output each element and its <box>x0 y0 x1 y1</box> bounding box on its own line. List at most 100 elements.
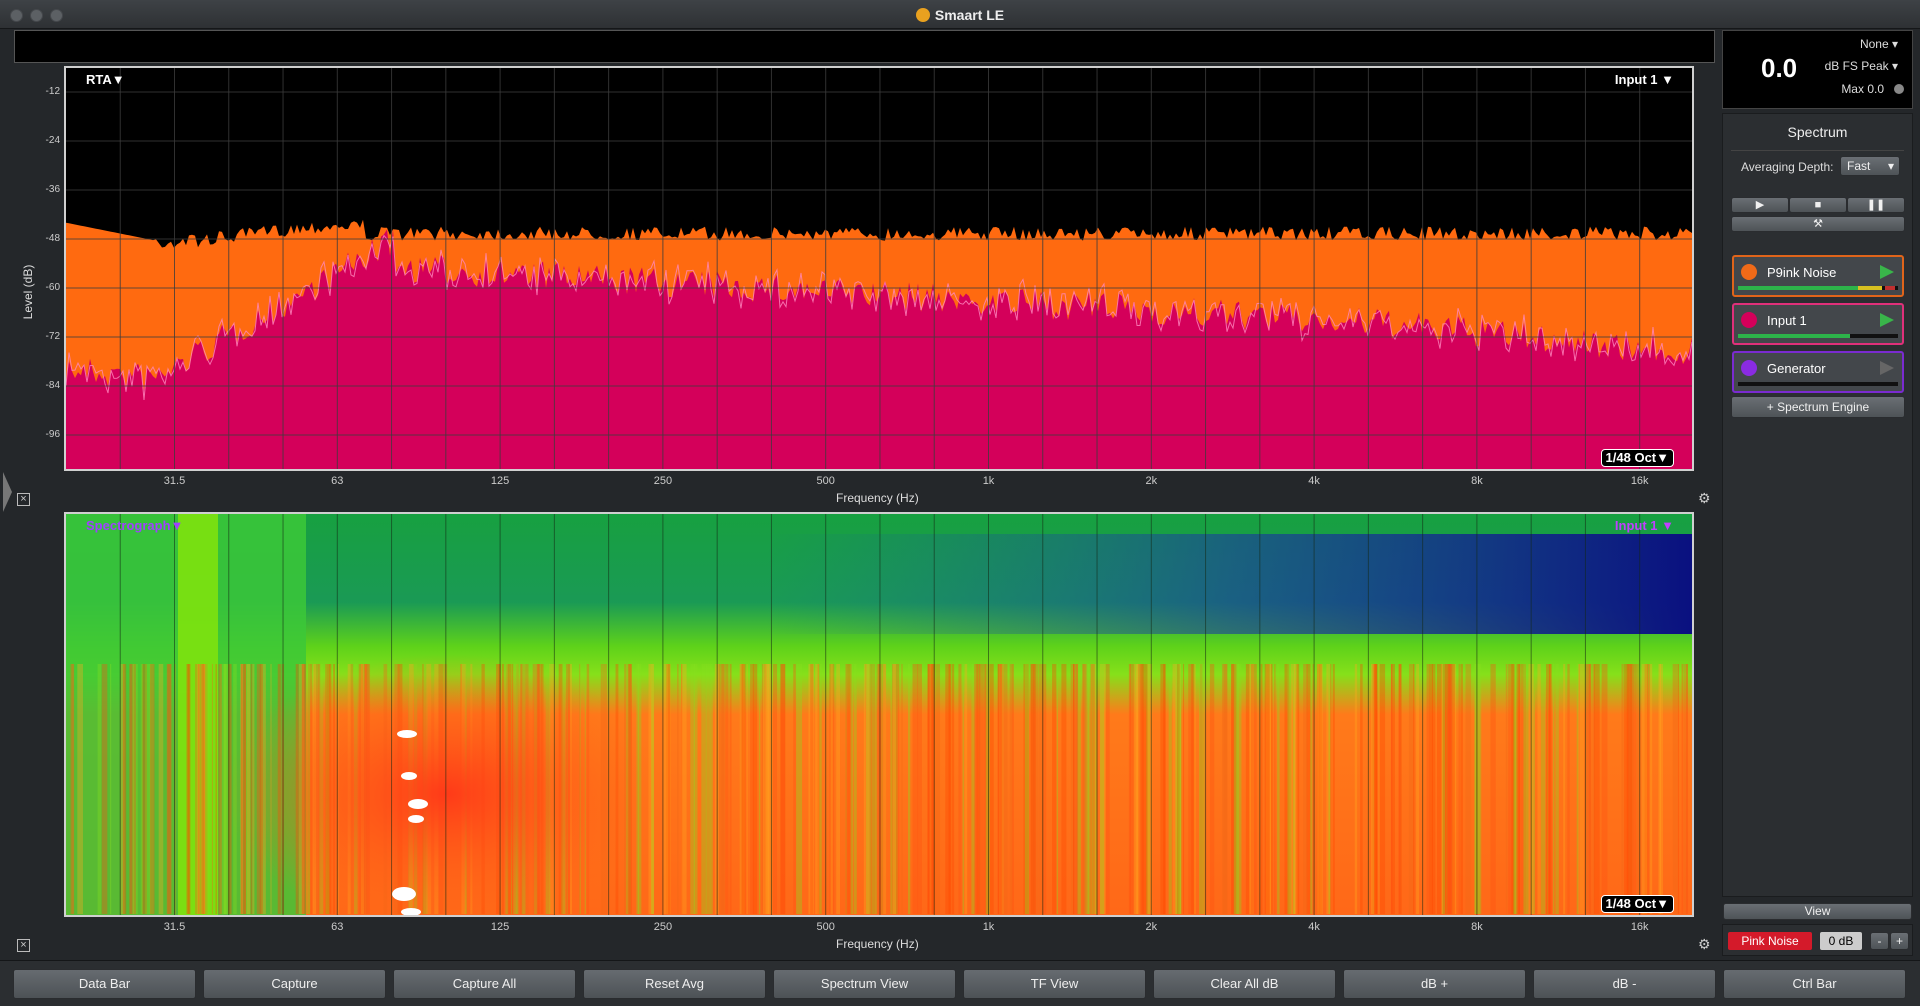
capture-button[interactable]: Capture <box>203 969 386 999</box>
title-bar: Smaart LE <box>0 0 1920 29</box>
rta-plot[interactable]: RTA▼ Input 1 ▼ 1/48 Oct▼ <box>64 66 1694 471</box>
rta-xlabel: Frequency (Hz) <box>836 491 919 505</box>
source-level-meter <box>1738 334 1898 338</box>
x-tick-label: 1k <box>982 475 995 487</box>
rta-graph <box>66 68 1692 469</box>
spectro-input-selector[interactable]: Input 1 ▼ <box>1615 518 1674 533</box>
averaging-depth-label: Averaging Depth: <box>1741 160 1834 174</box>
data-bar-button[interactable]: Data Bar <box>13 969 196 999</box>
x-tick-label: 16k <box>1630 475 1649 487</box>
meter-max: Max 0.0 <box>1841 82 1884 96</box>
x-tick-label: 8k <box>1471 475 1483 487</box>
source-level-meter <box>1738 286 1898 290</box>
x-tick-label: 63 <box>331 475 344 487</box>
x-tick-label: 500 <box>816 475 835 487</box>
rta-resolution-selector[interactable]: 1/48 Oct▼ <box>1600 449 1674 467</box>
tf-view-button[interactable]: TF View <box>963 969 1146 999</box>
x-tick-label: 500 <box>816 921 835 933</box>
spectrum-panel-title: Spectrum <box>1787 124 1848 140</box>
pause-button[interactable]: ❚❚ <box>1847 197 1905 213</box>
source-pink-noise[interactable]: P9ink Noise <box>1732 255 1904 297</box>
spectro-resolution-selector[interactable]: 1/48 Oct▼ <box>1600 895 1674 913</box>
panel-collapse-arrow-icon[interactable] <box>3 472 12 512</box>
x-tick-label: 2k <box>1145 921 1158 933</box>
x-tick-label: 16k <box>1630 921 1649 933</box>
source-level-meter <box>1738 382 1898 386</box>
y-tick-label: -96 <box>45 429 60 440</box>
x-tick-label: 4k <box>1308 921 1320 933</box>
source-play-icon[interactable] <box>1880 265 1894 279</box>
spectrograph-plot[interactable]: Spectrograph▼ Input 1 ▼ 1/48 Oct▼ <box>64 512 1694 917</box>
x-tick-label: 8k <box>1471 921 1483 933</box>
source-play-icon[interactable] <box>1880 313 1894 327</box>
stop-icon: ■ <box>1814 199 1822 211</box>
spectrum-panel: Spectrum Averaging Depth: Fast ▾ ▶ ■ ❚❚ ⚒… <box>1722 113 1913 897</box>
stop-button[interactable]: ■ <box>1789 197 1847 213</box>
y-tick-label: -36 <box>45 184 60 195</box>
command-bar: Data Bar Capture Capture All Reset Avg S… <box>0 960 1920 1006</box>
rta-input-selector[interactable]: Input 1 ▼ <box>1615 72 1674 87</box>
y-tick-label: -84 <box>45 380 60 391</box>
gain-minus-button[interactable]: - <box>1870 932 1889 950</box>
spectro-close-icon[interactable]: × <box>17 939 30 952</box>
spectrum-view-button[interactable]: Spectrum View <box>773 969 956 999</box>
generator-bar: Pink Noise 0 dB - + <box>1722 924 1913 956</box>
add-spectrum-engine-button[interactable]: + Spectrum Engine <box>1731 396 1905 418</box>
x-tick-label: 31.5 <box>163 921 186 933</box>
meter-clip-indicator[interactable] <box>1894 84 1904 94</box>
spectro-xlabel: Frequency (Hz) <box>836 937 919 951</box>
chevron-down-icon: ▾ <box>1887 159 1894 173</box>
rta-close-icon[interactable]: × <box>17 493 30 506</box>
x-tick-label: 125 <box>490 921 510 933</box>
gain-plus-button[interactable]: + <box>1890 932 1909 950</box>
chevron-down-icon: ▾ <box>1891 37 1898 51</box>
y-tick-label: -12 <box>45 86 60 97</box>
y-tick-label: -24 <box>45 135 60 146</box>
meter-source-select[interactable]: None ▾ <box>1860 37 1898 51</box>
window-title: Smaart LE <box>0 7 1920 23</box>
pause-icon: ❚❚ <box>1866 199 1886 211</box>
y-tick-label: -72 <box>45 331 60 342</box>
reset-avg-button[interactable]: Reset Avg <box>583 969 766 999</box>
generator-gain-field[interactable]: 0 dB <box>1820 932 1862 950</box>
source-input-1[interactable]: Input 1 <box>1732 303 1904 345</box>
db-plus-button[interactable]: dB + <box>1343 969 1526 999</box>
spectro-settings-gear-icon[interactable]: ⚙ <box>1698 936 1711 953</box>
source-color-dot[interactable] <box>1741 264 1757 280</box>
rta-settings-gear-icon[interactable]: ⚙ <box>1698 490 1711 507</box>
meter-mode-select[interactable]: dB FS Peak ▾ <box>1825 59 1898 73</box>
x-tick-label: 63 <box>331 921 344 933</box>
divider <box>1731 150 1904 151</box>
x-tick-label: 1k <box>982 921 995 933</box>
meter-value: 0.0 <box>1761 53 1798 83</box>
play-button[interactable]: ▶ <box>1731 197 1789 213</box>
source-play-icon[interactable] <box>1880 361 1894 375</box>
clear-all-db-button[interactable]: Clear All dB <box>1153 969 1336 999</box>
spectrograph-graph <box>66 514 1692 915</box>
ctrl-bar-button[interactable]: Ctrl Bar <box>1723 969 1906 999</box>
pink-noise-button[interactable]: Pink Noise <box>1728 932 1812 950</box>
y-tick-label: -48 <box>45 233 60 244</box>
level-meter[interactable]: None ▾ 0.0 dB FS Peak ▾ Max 0.0 <box>1722 30 1913 109</box>
source-color-dot[interactable] <box>1741 360 1757 376</box>
view-button[interactable]: View <box>1723 903 1912 920</box>
tools-button[interactable]: ⚒ <box>1731 216 1905 232</box>
x-tick-label: 31.5 <box>163 475 186 487</box>
x-tick-label: 125 <box>490 475 510 487</box>
source-generator[interactable]: Generator <box>1732 351 1904 393</box>
x-tick-label: 250 <box>653 475 673 487</box>
data-bar <box>14 30 1715 63</box>
x-tick-label: 250 <box>653 921 673 933</box>
source-color-dot[interactable] <box>1741 312 1757 328</box>
tools-icon: ⚒ <box>1813 218 1823 230</box>
x-tick-label: 2k <box>1145 475 1158 487</box>
capture-all-button[interactable]: Capture All <box>393 969 576 999</box>
db-minus-button[interactable]: dB - <box>1533 969 1716 999</box>
averaging-depth-select[interactable]: Fast ▾ <box>1840 156 1900 176</box>
y-tick-label: -60 <box>45 282 60 293</box>
chevron-down-icon: ▾ <box>1891 59 1898 73</box>
rta-mode-selector[interactable]: RTA▼ <box>86 72 125 87</box>
smaart-logo-icon <box>915 8 930 22</box>
play-icon: ▶ <box>1755 199 1765 211</box>
spectro-mode-selector[interactable]: Spectrograph▼ <box>86 518 183 533</box>
